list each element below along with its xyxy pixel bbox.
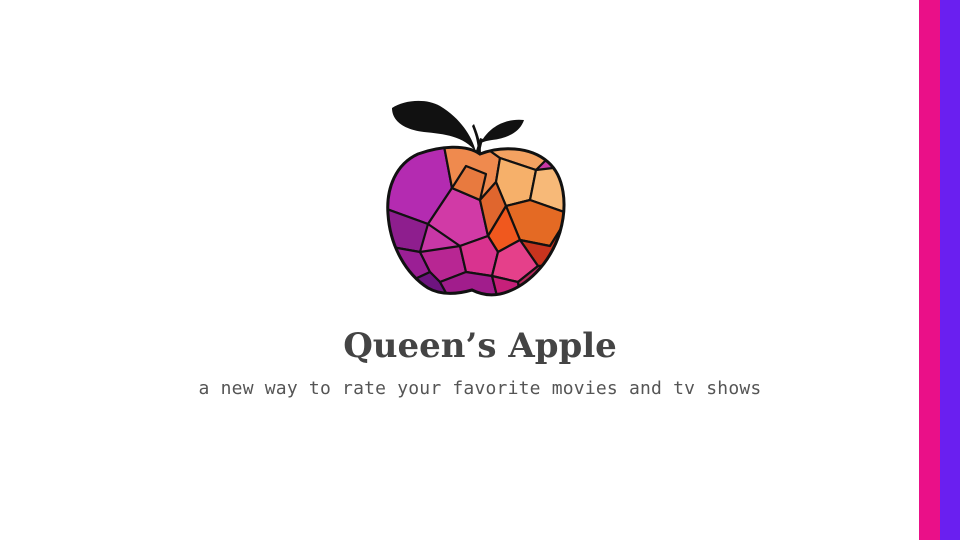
title-slide: Queen’s Apple a new way to rate your fav… [0,0,960,540]
apple-logo-icon [386,100,566,297]
accent-stripe-purple [940,0,960,540]
app-tagline: a new way to rate your favorite movies a… [198,378,762,399]
accent-stripe-pink [919,0,940,540]
app-title: Queen’s Apple [343,326,617,366]
